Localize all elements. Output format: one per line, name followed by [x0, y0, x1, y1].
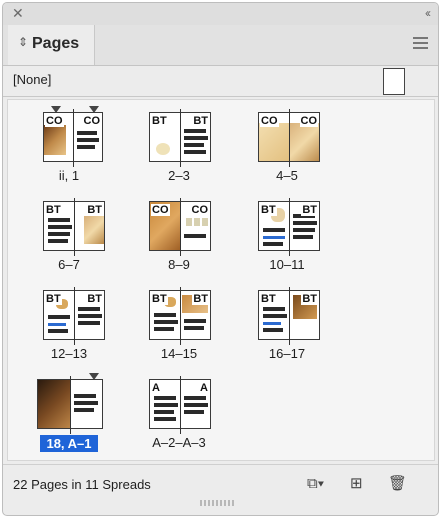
- spread-label: 4–5: [276, 168, 298, 183]
- spread-thumbnail[interactable]: A A: [149, 376, 211, 434]
- master-prefix: BT: [301, 204, 318, 216]
- edit-page-size-icon[interactable]: ⧉▾: [307, 475, 324, 493]
- panel-menu-icon[interactable]: [413, 37, 428, 52]
- spread-thumbnail[interactable]: BT BT: [149, 109, 211, 167]
- spread-8-9[interactable]: CO CO 8–9: [124, 195, 234, 273]
- master-page-thumbnail[interactable]: [383, 68, 405, 95]
- sort-arrows-icon: ⇕: [18, 35, 29, 49]
- spread-thumbnail[interactable]: [37, 376, 103, 434]
- spread-14-15[interactable]: BT BT 14–15: [124, 284, 234, 362]
- spread-label: 12–13: [50, 346, 88, 361]
- spread-label: 8–9: [168, 257, 190, 272]
- master-prefix: BT: [151, 115, 168, 127]
- master-prefix: BT: [45, 293, 62, 305]
- master-prefix: BT: [86, 293, 103, 305]
- close-icon[interactable]: ✕: [12, 5, 24, 21]
- spread-thumbnail[interactable]: CO CO: [149, 198, 211, 256]
- panel-titlebar: ✕ ‹‹: [3, 3, 438, 26]
- spread-6-7[interactable]: BT BT 6–7: [14, 195, 124, 273]
- master-prefix: CO: [299, 115, 318, 127]
- spread-label: ii, 1: [58, 168, 80, 183]
- tab-label: Pages: [32, 35, 80, 52]
- tab-pages[interactable]: ⇕ Pages: [8, 25, 95, 65]
- master-prefix: CO: [82, 115, 101, 127]
- master-prefix: BT: [45, 204, 62, 216]
- page-count-status: 22 Pages in 11 Spreads: [13, 477, 151, 492]
- spread-label: A–2–A–3: [152, 435, 206, 450]
- master-prefix: A: [199, 382, 209, 394]
- spread-16-17[interactable]: BT BT 16–17: [232, 284, 342, 362]
- status-bar: 22 Pages in 11 Spreads ⧉▾ ⊞ 🗑: [3, 464, 438, 503]
- spread-thumbnail[interactable]: BT BT: [258, 198, 320, 256]
- spreads-area: CO CO ii, 1 BT BT 2–3 CO CO 4–5 BT BT 6–…: [7, 99, 435, 461]
- master-prefix: CO: [260, 115, 279, 127]
- master-prefix: BT: [301, 293, 318, 305]
- tab-row: ⇕ Pages: [3, 25, 438, 66]
- master-prefix: BT: [151, 293, 168, 305]
- new-page-icon[interactable]: ⊞: [350, 475, 363, 493]
- master-row[interactable]: [None]: [3, 66, 438, 97]
- pages-panel: ✕ ‹‹ ⇕ Pages [None] CO CO ii, 1 BT BT 2–…: [2, 2, 439, 516]
- spread-label: 14–15: [160, 346, 198, 361]
- spread-label: 10–11: [269, 257, 305, 272]
- spread-thumbnail[interactable]: CO CO: [258, 109, 320, 167]
- spread-thumbnail[interactable]: BT BT: [43, 287, 105, 345]
- spread-label: 16–17: [268, 346, 306, 361]
- spread-thumbnail[interactable]: BT BT: [43, 198, 105, 256]
- spread-label: 2–3: [168, 168, 190, 183]
- spread-label-selected: 18, A–1: [14, 435, 124, 452]
- resize-handle[interactable]: [200, 500, 234, 506]
- master-label: [None]: [13, 72, 52, 87]
- spread-2-3[interactable]: BT BT 2–3: [124, 106, 234, 184]
- master-prefix: BT: [86, 204, 103, 216]
- spread-10-11[interactable]: BT BT 10–11: [232, 195, 342, 273]
- master-prefix: CO: [151, 204, 170, 216]
- master-prefix: CO: [45, 115, 64, 127]
- spread-thumbnail[interactable]: BT BT: [149, 287, 211, 345]
- master-prefix: BT: [192, 293, 209, 305]
- spread-4-5[interactable]: CO CO 4–5: [232, 106, 342, 184]
- spread-A-2-A-3[interactable]: A A A–2–A–3: [124, 373, 234, 451]
- collapse-icon[interactable]: ‹‹: [425, 5, 431, 21]
- trash-icon[interactable]: 🗑: [388, 475, 407, 493]
- spread-12-13[interactable]: BT BT 12–13: [14, 284, 124, 362]
- master-prefix: BT: [192, 115, 209, 127]
- spread-thumbnail[interactable]: CO CO: [43, 109, 103, 167]
- spread-18-A-1[interactable]: 18, A–1: [14, 373, 124, 452]
- selected-label: 18, A–1: [40, 435, 98, 452]
- spread-label: 6–7: [58, 257, 80, 272]
- spread-ii-1[interactable]: CO CO ii, 1: [14, 106, 124, 184]
- master-prefix: CO: [190, 204, 209, 216]
- master-prefix: A: [151, 382, 161, 394]
- master-prefix: BT: [260, 204, 277, 216]
- master-prefix: BT: [260, 293, 277, 305]
- spread-thumbnail[interactable]: BT BT: [258, 287, 320, 345]
